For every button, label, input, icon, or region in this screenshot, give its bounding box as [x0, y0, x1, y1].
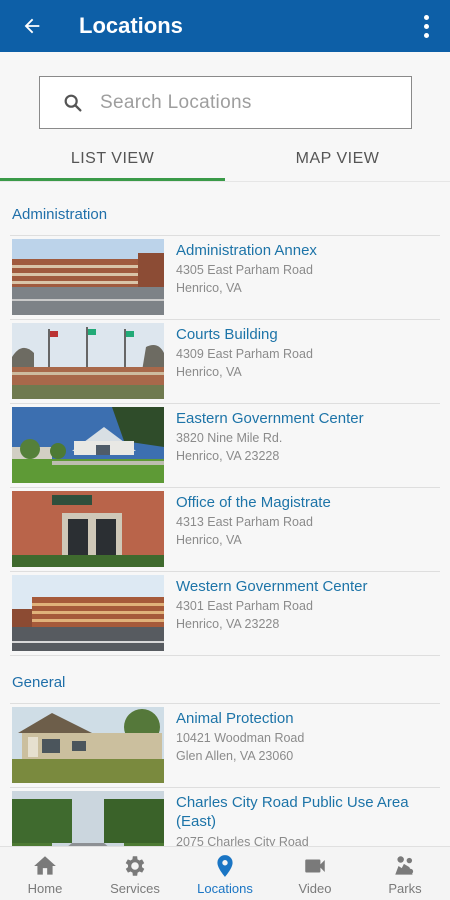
location-address: 4309 East Parham Road — [176, 347, 313, 361]
video-camera-icon — [305, 859, 325, 872]
section-title-administration: Administration — [12, 206, 108, 223]
location-name: Courts Building — [176, 326, 278, 343]
home-icon — [34, 855, 56, 875]
location-pin-icon — [217, 854, 233, 877]
list-item[interactable]: Animal Protection 10421 Woodman Road Gle… — [10, 703, 440, 787]
nav-locations[interactable]: Locations — [180, 847, 270, 900]
location-city: Henrico, VA — [176, 533, 242, 547]
search-placeholder: Search Locations — [100, 91, 252, 113]
location-address: 10421 Woodman Road — [176, 731, 305, 745]
content-area: Search Locations LIST VIEW MAP VIEW Admi… — [0, 52, 450, 846]
location-name: Charles City Road Public Use Area — [176, 794, 409, 811]
tab-divider — [0, 181, 450, 182]
location-photo — [12, 491, 164, 567]
location-city: Glen Allen, VA 23060 — [176, 749, 294, 763]
tab-list-view[interactable]: LIST VIEW — [0, 136, 225, 182]
list-item[interactable]: Administration Annex 4305 East Parham Ro… — [10, 235, 440, 319]
nav-label: Locations — [197, 880, 253, 896]
bottom-navigation: Home Services Locations Video Parks — [0, 846, 450, 900]
gear-icon — [125, 855, 145, 876]
location-name-continued: (East) — [176, 813, 217, 830]
location-city: Henrico, VA — [176, 365, 242, 379]
nav-home[interactable]: Home — [0, 847, 90, 900]
location-address: 2075 Charles City Road — [176, 835, 309, 846]
location-address: 4313 East Parham Road — [176, 515, 313, 529]
page-title: Locations — [79, 13, 183, 38]
list-item[interactable]: Office of the Magistrate 4313 East Parha… — [10, 487, 440, 571]
location-city: Henrico, VA 23228 — [176, 617, 280, 631]
location-city: Henrico, VA — [176, 281, 242, 295]
nav-label: Services — [110, 880, 160, 896]
location-photo — [12, 707, 164, 783]
search-icon — [64, 94, 82, 112]
parks-icon — [395, 855, 414, 875]
location-photo — [12, 791, 164, 846]
location-address: 3820 Nine Mile Rd. — [176, 431, 283, 445]
location-address: 4301 East Parham Road — [176, 599, 313, 613]
list-item[interactable]: Courts Building 4309 East Parham Road He… — [10, 319, 440, 403]
more-vert-icon[interactable] — [414, 10, 438, 42]
location-photo — [12, 239, 164, 315]
location-address: 4305 East Parham Road — [176, 263, 313, 277]
back-button[interactable] — [0, 0, 64, 52]
nav-video[interactable]: Video — [270, 847, 360, 900]
arrow-left-icon — [24, 18, 40, 34]
view-tabs: LIST VIEW MAP VIEW — [0, 136, 450, 182]
app-bar: Locations — [0, 0, 450, 52]
location-photo — [12, 323, 164, 399]
search-input[interactable]: Search Locations — [39, 76, 412, 129]
tab-map-view[interactable]: MAP VIEW — [225, 136, 450, 182]
location-name: Western Government Center — [176, 578, 368, 595]
location-name: Animal Protection — [176, 710, 294, 727]
nav-label: Video — [298, 880, 332, 896]
location-name: Administration Annex — [176, 242, 317, 259]
nav-services[interactable]: Services — [90, 847, 180, 900]
nav-label: Home — [27, 880, 63, 896]
section-title-general: General — [12, 674, 66, 691]
list-item[interactable]: Eastern Government Center 3820 Nine Mile… — [10, 403, 440, 487]
location-photo — [12, 575, 164, 651]
location-name: Office of the Magistrate — [176, 494, 331, 511]
nav-parks[interactable]: Parks — [360, 847, 450, 900]
location-photo — [12, 407, 164, 483]
section-divider — [10, 655, 440, 656]
list-item[interactable]: Western Government Center 4301 East Parh… — [10, 571, 440, 655]
location-city: Henrico, VA 23228 — [176, 449, 280, 463]
location-name: Eastern Government Center — [176, 410, 364, 427]
list-item[interactable]: Charles City Road Public Use Area (East)… — [10, 787, 440, 846]
nav-label: Parks — [388, 880, 422, 896]
